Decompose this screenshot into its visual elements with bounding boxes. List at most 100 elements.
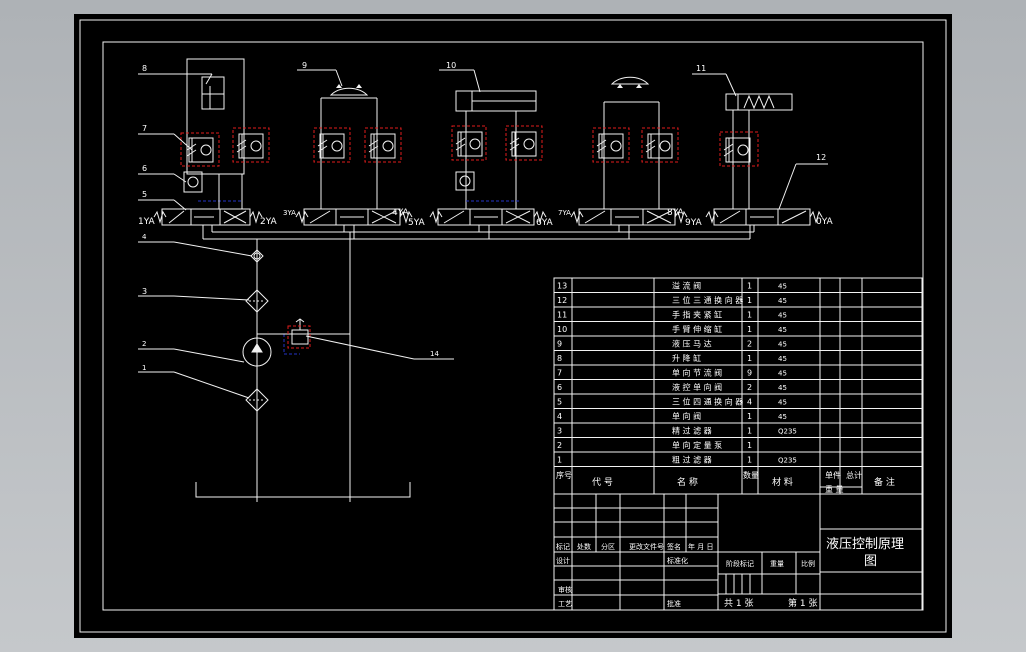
bom-cell-qty: 1 <box>747 311 752 320</box>
bom-cell-qty: 1 <box>747 282 752 291</box>
bom-cell-material: 45 <box>778 297 787 305</box>
tb-stage-mark: 阶段标记 <box>726 559 754 568</box>
leader-label-2: 2 <box>142 340 146 348</box>
drawing-title-line2: 图 <box>864 554 877 569</box>
bom-cell-qty: 1 <box>747 296 752 305</box>
solenoid-label: 9YA <box>685 218 703 228</box>
bom-cell-name: 粗 过 滤 器 <box>672 455 712 465</box>
bom-cell-qty: 9 <box>747 369 752 378</box>
bom-cell-no: 11 <box>557 311 567 320</box>
cad-viewport[interactable]: 8 9 10 11 12 7 6 5 4 3 2 1 14 1YA 2YA 3Y… <box>0 0 1026 652</box>
bom-cell-name: 液 控 单 向 阀 <box>672 382 722 392</box>
bom-cell-material: 45 <box>778 341 787 349</box>
pilot-check-valves <box>183 171 475 193</box>
inner-frame <box>102 41 924 611</box>
lift-cylinder <box>186 58 245 175</box>
leader-label-1: 1 <box>142 364 146 372</box>
leader-label-11: 11 <box>696 64 706 73</box>
tb-change-doc: 更改文件号 <box>629 542 664 551</box>
leader-label-9: 9 <box>302 61 307 70</box>
leader-label-3: 3 <box>142 287 147 296</box>
bom-cell-no: 4 <box>557 412 562 421</box>
bom-cell-material: 45 <box>778 399 787 407</box>
pilot-lines <box>198 200 519 355</box>
bom-cell-no: 2 <box>557 441 562 450</box>
tb-review: 审核 <box>558 585 572 594</box>
bom-cell-material: 45 <box>778 355 787 363</box>
bom-cell-no: 10 <box>557 325 567 334</box>
bom-cell-no: 3 <box>557 427 562 436</box>
bom-cell-name: 溢 流 阀 <box>672 281 701 291</box>
bom-header-single: 单件 <box>825 470 841 480</box>
hydraulic-motor-left <box>320 84 378 204</box>
bom-header-seq: 序号 <box>556 470 572 480</box>
bom-cell-material: 45 <box>778 312 787 320</box>
drawing-sheet: 8 9 10 11 12 7 6 5 4 3 2 1 14 1YA 2YA 3Y… <box>74 14 952 638</box>
bom-cell-name: 单 向 节 流 阀 <box>672 368 722 378</box>
bom-cell-name: 手 臂 伸 缩 缸 <box>672 324 722 334</box>
bom-cell-name: 精 过 滤 器 <box>672 426 712 436</box>
tb-approve: 批准 <box>667 599 681 608</box>
bom-cell-qty: 1 <box>747 325 752 334</box>
bom-cell-name: 三 位 三 通 换 向 器 <box>672 295 743 305</box>
bom-header-material: 材 料 <box>772 476 793 488</box>
bom-header-name: 名 称 <box>677 476 698 488</box>
leader-label-6: 6 <box>142 164 147 173</box>
bom-cell-qty: 1 <box>747 441 752 450</box>
bom-cell-no: 9 <box>557 340 562 349</box>
bom-cell-qty: 1 <box>747 412 752 421</box>
bom-cell-name: 三 位 四 通 换 向 器 <box>672 397 743 407</box>
bom-cell-no: 5 <box>557 398 562 407</box>
bom-cell-name: 液 压 马 达 <box>672 339 712 349</box>
bom-cell-name: 单 向 阀 <box>672 411 701 421</box>
bom-cell-qty: 2 <box>747 383 752 392</box>
solenoid-label: 4YA <box>392 208 410 218</box>
leader-label-14: 14 <box>430 350 439 358</box>
bom-table: 13 溢 流 阀 1 4512 三 位 三 通 换 向 器 1 4511 手 指 夹 紧 缸1… <box>553 277 923 495</box>
drawing-title: 液压控制原理 <box>826 537 904 552</box>
bom-cell-qty: 1 <box>747 354 752 363</box>
schematic-svg: 8 9 10 11 12 7 6 5 4 3 2 1 14 1YA 2YA 3Y… <box>79 19 947 633</box>
arm-telescopic-cylinder <box>455 90 537 204</box>
bom-cell-material: 45 <box>778 413 787 421</box>
tb-sheet-no: 第 1 张 <box>788 597 817 609</box>
solenoid-label: 7YA <box>558 209 571 217</box>
solenoid-label: 0YA <box>816 217 834 227</box>
bom-cell-no: 6 <box>557 383 562 392</box>
bom-header-qty: 数量 <box>743 470 759 480</box>
leader-label-10: 10 <box>446 61 456 70</box>
tb-date: 年 月 日 <box>688 542 713 551</box>
bom-cell-material: Q235 <box>778 457 797 465</box>
tb-count: 处数 <box>577 542 591 551</box>
bom-cell-name: 单 向 定 量 泵 <box>672 440 722 450</box>
bom-header-remark: 备 注 <box>874 476 895 488</box>
tb-zone: 分区 <box>601 542 615 551</box>
solenoid-label: 5YA <box>408 218 426 228</box>
title-block: 标记 处数 分区 更改文件号 签名 年 月 日 设计 标准化 阶段标记 重量 比… <box>553 493 923 611</box>
bom-cell-no: 12 <box>557 296 567 305</box>
solenoid-label: 1YA <box>138 217 156 227</box>
leader-label-4: 4 <box>142 233 147 241</box>
outer-border <box>79 19 947 633</box>
leader-lines <box>138 69 828 399</box>
solenoid-label: 6YA <box>536 218 554 228</box>
tb-process: 工艺 <box>558 600 572 608</box>
bom-cell-no: 8 <box>557 354 562 363</box>
tb-weight: 重量 <box>770 560 784 568</box>
leader-label-8: 8 <box>142 64 147 73</box>
tb-standard: 标准化 <box>667 556 688 565</box>
bom-header-code: 代 号 <box>592 477 613 488</box>
bom-cell-name: 升 降 缸 <box>672 353 701 363</box>
tb-mark: 标记 <box>556 542 570 551</box>
throttle-check-valves <box>180 125 759 167</box>
bom-cell-material: 45 <box>778 326 787 334</box>
directional-valves <box>153 208 823 226</box>
bom-cell-no: 1 <box>557 456 562 465</box>
bom-header-total: 总计 <box>846 470 862 480</box>
solenoid-label: 3YA <box>283 209 296 217</box>
pump-circuit <box>242 249 311 412</box>
bom-header-weight: 重 量 <box>825 484 844 494</box>
bom-cell-qty: 1 <box>747 456 752 465</box>
bom-cell-material: 45 <box>778 384 787 392</box>
tb-designer: 设计 <box>556 556 570 565</box>
